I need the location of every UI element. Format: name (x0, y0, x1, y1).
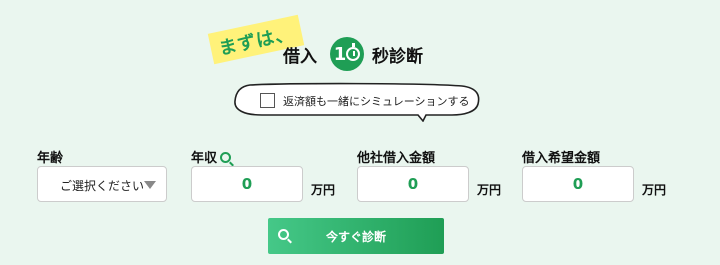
income-unit: 万円 (311, 183, 336, 197)
diagnosis-header: まずは、 借入 1 秒診断 (0, 0, 720, 80)
other-loans-input[interactable] (357, 166, 469, 202)
repayment-simulation-toggle[interactable]: 返済額も一緒にシミュレーションする (232, 82, 480, 122)
diagnose-now-label: 今すぐ診断 (325, 230, 386, 244)
stopwatch-ring-icon (346, 43, 361, 61)
income-input[interactable] (191, 166, 303, 202)
desired-amount-label: 借入希望金額 (522, 151, 601, 166)
repayment-checkbox-label: 返済額も一緒にシミュレーションする (283, 95, 470, 108)
age-label: 年齢 (37, 151, 64, 166)
search-icon[interactable] (220, 152, 232, 163)
age-select[interactable]: ご選択ください (37, 166, 167, 202)
title-prefix: 借入 (283, 47, 317, 67)
title-suffix: 秒診断 (372, 47, 423, 67)
income-label: 年収 (191, 151, 218, 166)
other-loans-unit: 万円 (477, 183, 502, 197)
other-loans-label: 他社借入金額 (357, 151, 436, 166)
repayment-checkbox[interactable] (260, 93, 275, 108)
income-label-group: 年収 (191, 147, 232, 166)
desired-amount-unit: 万円 (642, 183, 667, 197)
age-select-value: ご選択ください (60, 179, 145, 193)
stopwatch-icon: 1 (330, 37, 364, 71)
timer-number: 1 (333, 43, 346, 65)
chevron-down-icon (144, 181, 156, 189)
diagnose-now-button[interactable]: 今すぐ診断 (268, 218, 444, 254)
desired-amount-input[interactable] (522, 166, 634, 202)
